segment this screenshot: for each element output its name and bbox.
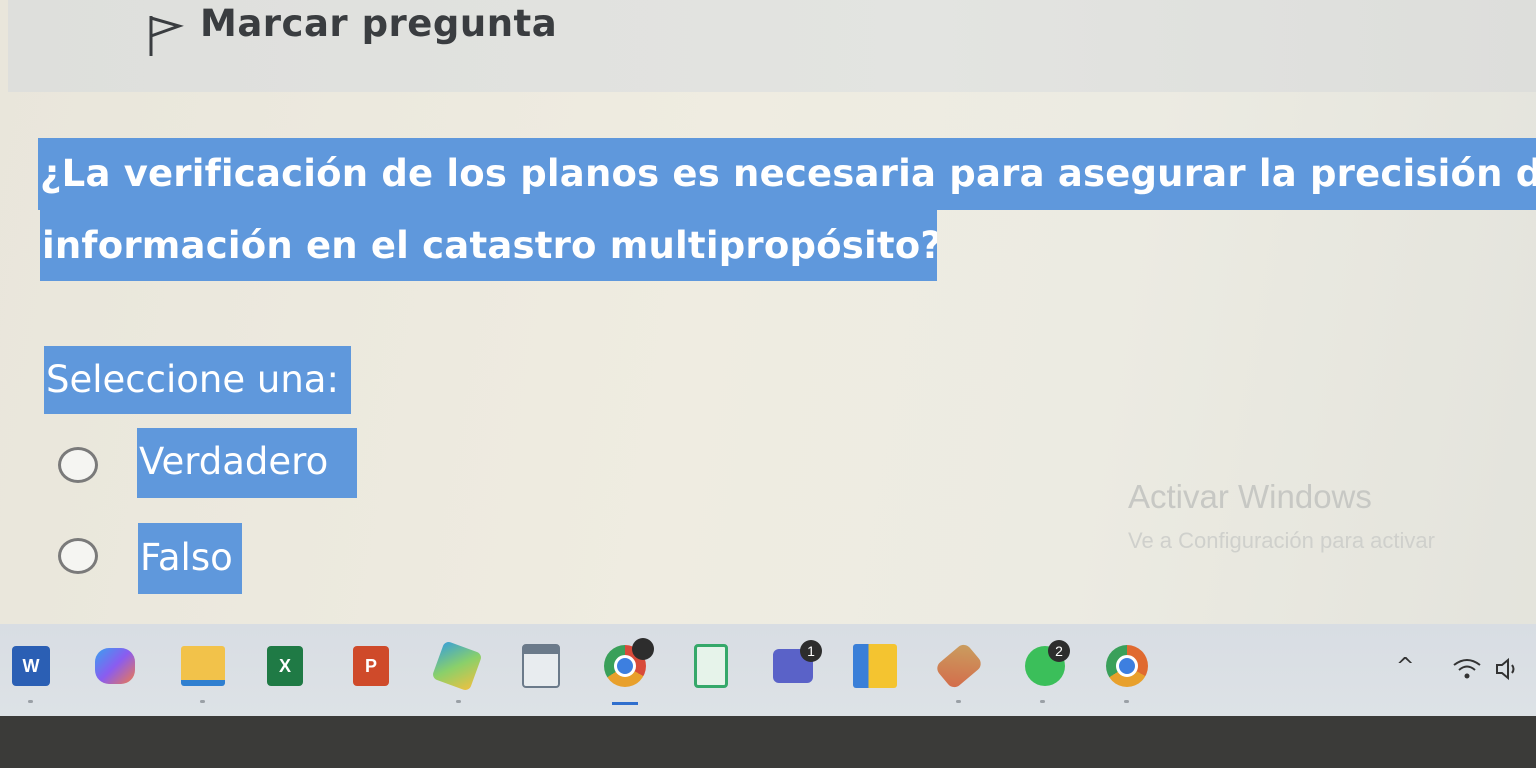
volume-icon[interactable] [1494,656,1520,682]
snipping-tool-icon[interactable] [934,641,984,691]
select-one-prompt: Seleccione una: [44,346,351,414]
taskbar-running-dot [1040,700,1045,703]
sticky-notes-icon[interactable] [852,642,898,690]
notepad-icon[interactable] [688,642,734,690]
monitor-bezel [0,716,1536,768]
calculator-icon[interactable] [518,642,564,690]
taskbar-running-dot [28,700,33,703]
excel-icon[interactable]: X [262,642,308,690]
taskbar-running-dot [956,700,961,703]
activate-windows-title: Activar Windows [1128,478,1372,515]
teams-notification-badge: 1 [800,640,822,662]
question-text-line-1: ¿La verificación de los planos es necesa… [38,138,1536,210]
powerpoint-icon[interactable]: P [348,642,394,690]
taskbar [0,624,1536,716]
taskbar-running-dot [1124,700,1129,703]
chrome-icon-2[interactable] [1104,642,1150,690]
radio-false[interactable] [58,538,98,574]
radio-true[interactable] [58,447,98,483]
taskbar-running-dot [200,700,205,703]
taskbar-running-dot [456,700,461,703]
chrome-profile-badge [632,638,654,660]
active-app-indicator [612,702,638,705]
option-label-false[interactable]: Falso [138,523,242,594]
maps-icon[interactable] [431,640,483,692]
show-hidden-icons-chevron[interactable]: ^ [1396,654,1414,679]
file-explorer-icon[interactable] [180,642,226,690]
option-label-true[interactable]: Verdadero [137,428,357,498]
whatsapp-notification-badge: 2 [1048,640,1070,662]
copilot-icon[interactable] [92,642,138,690]
question-text-line-2: información en el catastro multipropósit… [40,210,937,281]
word-icon[interactable]: W [8,642,54,690]
activate-windows-subtitle: Ve a Configuración para activar [1128,528,1435,553]
wifi-icon[interactable] [1452,656,1482,682]
flag-question-label[interactable]: Marcar pregunta [200,2,557,45]
flag-icon[interactable] [145,12,185,58]
